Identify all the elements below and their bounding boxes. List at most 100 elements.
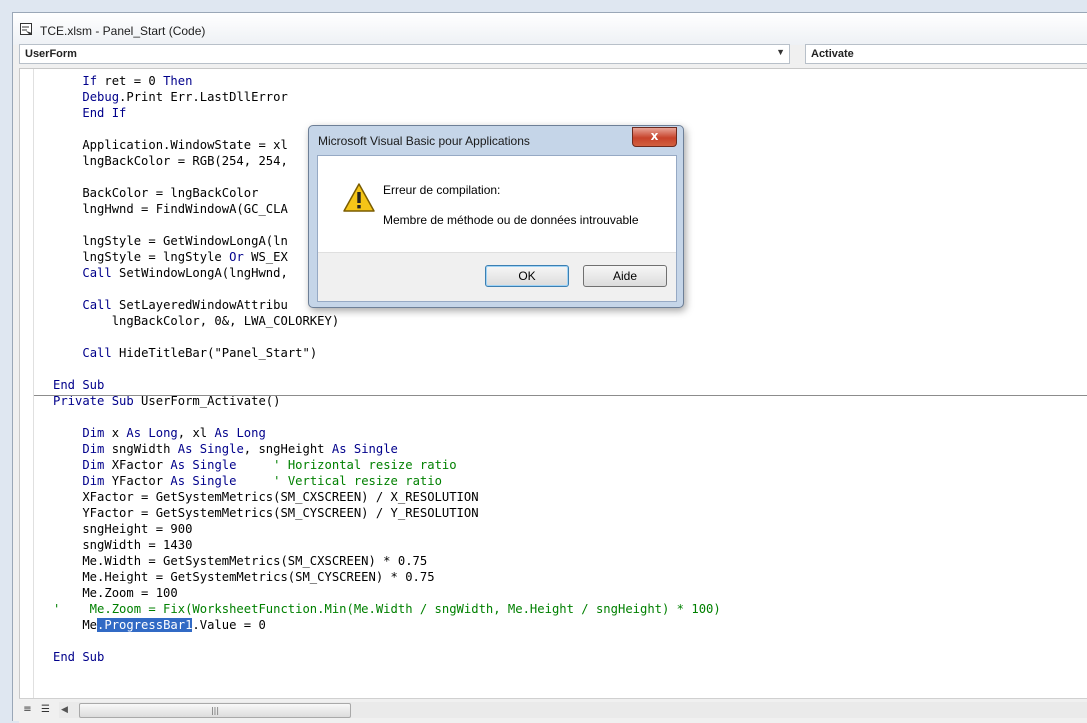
code-keyword: Then — [163, 74, 193, 88]
code-window-icon — [20, 23, 32, 35]
horizontal-scrollbar[interactable]: ◀ ||| — [59, 702, 1087, 718]
window-title: TCE.xlsm - Panel_Start (Code) — [40, 24, 206, 38]
code-token: YFactor — [104, 474, 171, 488]
code-line[interactable]: Call HideTitleBar("Panel_Start") — [53, 345, 721, 361]
chevron-down-icon[interactable]: ▼ — [776, 47, 785, 57]
code-keyword: If — [82, 74, 98, 88]
code-line[interactable]: YFactor = GetSystemMetrics(SM_CYSCREEN) … — [53, 505, 721, 521]
code-comment: ' Vertical resize ratio — [273, 474, 442, 488]
code-comment: ' Horizontal resize ratio — [273, 458, 457, 472]
code-token: .Print Err.LastDllError — [119, 90, 288, 104]
code-token: Me.Width = GetSystemMetrics(SM_CXSCREEN)… — [53, 554, 428, 568]
code-line[interactable]: Me.Height = GetSystemMetrics(SM_CYSCREEN… — [53, 569, 721, 585]
code-line[interactable]: End If — [53, 105, 721, 121]
full-module-view-icon[interactable]: ☰ — [39, 703, 52, 716]
code-line[interactable] — [53, 409, 721, 425]
code-keyword: As Single — [331, 442, 398, 456]
code-line[interactable] — [53, 361, 721, 377]
code-token: lngHwnd = FindWindowA(GC_CLA — [53, 202, 288, 216]
procedure-combo[interactable]: Activate — [805, 44, 1087, 64]
code-keyword: End If — [82, 106, 127, 120]
code-line[interactable]: Me.Width = GetSystemMetrics(SM_CXSCREEN)… — [53, 553, 721, 569]
code-token: SetLayeredWindowAttribu — [111, 298, 288, 312]
code-line[interactable]: Debug.Print Err.LastDllError — [53, 89, 721, 105]
procedure-combo-value: Activate — [811, 48, 854, 60]
code-token: lngStyle = GetWindowLongA(ln — [53, 234, 288, 248]
code-keyword: End Sub — [53, 650, 105, 664]
code-keyword: Or — [229, 250, 244, 264]
scrollbar-thumb[interactable]: ||| — [79, 703, 351, 718]
object-combo[interactable]: UserForm ▼ — [19, 44, 790, 64]
error-message: Membre de méthode ou de données introuva… — [383, 213, 639, 227]
code-token: Application.WindowState = xl — [53, 138, 288, 152]
code-token: BackColor = lngBackColor — [53, 186, 259, 200]
code-token: YFactor = GetSystemMetrics(SM_CYSCREEN) … — [53, 506, 479, 520]
code-keyword: Call — [82, 298, 112, 312]
code-line[interactable]: lngBackColor, 0&, LWA_COLORKEY) — [53, 313, 721, 329]
procedure-separator — [34, 395, 1087, 396]
code-keyword: Private Sub — [53, 394, 134, 408]
code-line[interactable]: Dim sngWidth As Single, sngHeight As Sin… — [53, 441, 721, 457]
code-token: sngWidth — [104, 442, 178, 456]
code-line[interactable]: Dim XFactor As Single ' Horizontal resiz… — [53, 457, 721, 473]
code-line[interactable]: sngHeight = 900 — [53, 521, 721, 537]
object-combo-value: UserForm — [25, 48, 77, 60]
code-token: x — [104, 426, 127, 440]
code-keyword: End Sub — [53, 378, 105, 392]
code-line[interactable]: End Sub — [53, 649, 721, 665]
code-line[interactable] — [53, 329, 721, 345]
code-line[interactable]: XFactor = GetSystemMetrics(SM_CXSCREEN) … — [53, 489, 721, 505]
code-token: Me.Height = GetSystemMetrics(SM_CYSCREEN… — [53, 570, 435, 584]
code-line[interactable]: End Sub — [53, 377, 721, 393]
code-combos: UserForm ▼ Activate — [19, 44, 1087, 66]
procedure-view-icon[interactable]: ≡ — [21, 703, 34, 716]
code-token: ret = 0 — [97, 74, 164, 88]
vbe-code-window: TCE.xlsm - Panel_Start (Code) UserForm ▼… — [12, 12, 1087, 723]
help-button[interactable]: Aide — [583, 265, 667, 287]
dialog-footer: OK Aide — [318, 252, 676, 301]
code-line[interactable]: Me.ProgressBar1.Value = 0 — [53, 617, 721, 633]
code-line[interactable]: If ret = 0 Then — [53, 73, 721, 89]
code-keyword: As Long — [214, 426, 266, 440]
margin-indicator-bar[interactable] — [20, 69, 34, 699]
code-keyword: Dim — [82, 426, 105, 440]
dialog-title: Microsoft Visual Basic pour Applications — [318, 134, 530, 148]
code-token: SetWindowLongA(lngHwnd, — [111, 266, 288, 280]
code-keyword: Dim — [82, 442, 105, 456]
code-token: WS_EX — [243, 250, 288, 264]
code-token: , sngHeight — [243, 442, 332, 456]
code-keyword: As Single — [170, 474, 237, 488]
code-keyword: Call — [82, 266, 112, 280]
code-line[interactable]: Dim x As Long, xl As Long — [53, 425, 721, 441]
code-token: lngBackColor, 0&, LWA_COLORKEY) — [53, 314, 340, 328]
code-token: lngStyle = lngStyle — [53, 250, 230, 264]
code-line[interactable] — [53, 633, 721, 649]
ok-button[interactable]: OK — [485, 265, 569, 287]
code-line[interactable]: ' Me.Zoom = Fix(WorksheetFunction.Min(Me… — [53, 601, 721, 617]
scroll-left-icon[interactable]: ◀ — [61, 702, 68, 718]
code-line[interactable]: sngWidth = 1430 — [53, 537, 721, 553]
close-button[interactable]: x — [632, 127, 677, 147]
window-titlebar: TCE.xlsm - Panel_Start (Code) — [13, 13, 1087, 45]
code-token: XFactor = GetSystemMetrics(SM_CXSCREEN) … — [53, 490, 479, 504]
code-comment: ' Me.Zoom = Fix(WorksheetFunction.Min(Me… — [53, 602, 721, 616]
code-line[interactable]: Dim YFactor As Single ' Vertical resize … — [53, 473, 721, 489]
code-token: HideTitleBar("Panel_Start") — [111, 346, 318, 360]
code-token: .Value = 0 — [192, 618, 266, 632]
code-keyword: Debug — [82, 90, 120, 104]
code-keyword: Dim — [82, 458, 105, 472]
code-token: Me.Zoom = 100 — [53, 586, 178, 600]
warning-icon — [343, 183, 375, 212]
code-line[interactable]: Me.Zoom = 100 — [53, 585, 721, 601]
